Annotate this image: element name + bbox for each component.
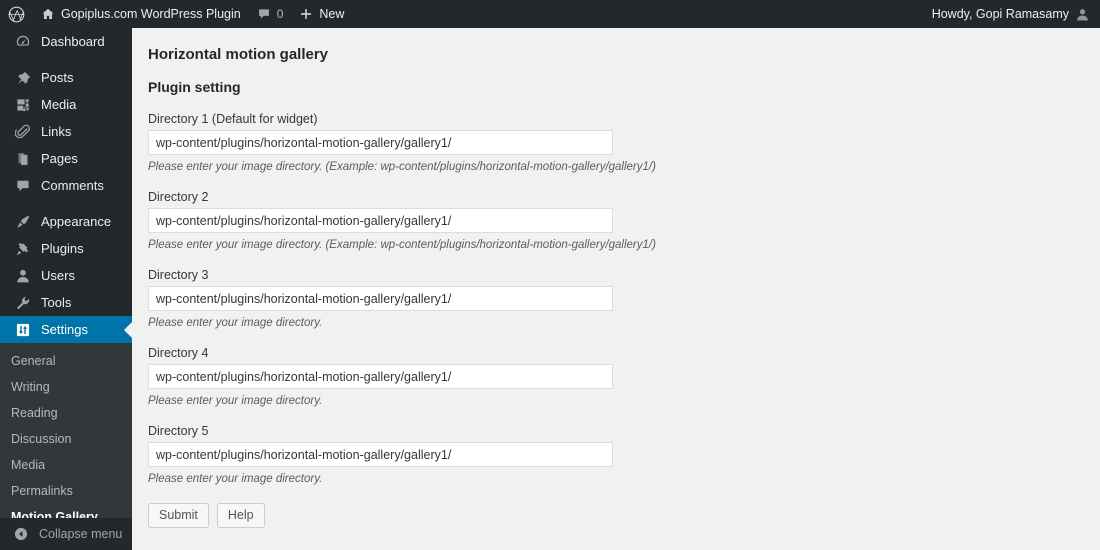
submit-button[interactable]: Submit [148, 503, 209, 528]
sidebar-item-comments[interactable]: Comments [0, 172, 132, 199]
sidebar-item-label: Dashboard [41, 34, 105, 49]
submenu-item-discussion[interactable]: Discussion [0, 426, 132, 452]
sidebar-item-label: Media [41, 97, 77, 112]
comments-menu[interactable]: 0 [249, 0, 292, 28]
howdy-label: Howdy, Gopi Ramasamy [931, 7, 1069, 21]
sidebar-item-tools[interactable]: Tools [0, 289, 132, 316]
sidebar-item-label: Users [41, 268, 75, 283]
settings-sliders-icon [13, 320, 33, 340]
wordpress-logo-icon [8, 6, 25, 23]
help-button[interactable]: Help [216, 503, 265, 528]
submenu-item-permalinks[interactable]: Permalinks [0, 478, 132, 504]
directory-4-input[interactable] [148, 364, 613, 389]
sidebar-item-appearance[interactable]: Appearance [0, 208, 132, 235]
submenu-item-reading[interactable]: Reading [0, 400, 132, 426]
collapse-menu-button[interactable]: Collapse menu [0, 518, 132, 550]
new-content-menu[interactable]: New [291, 0, 352, 28]
site-name-label: Gopiplus.com WordPress Plugin [61, 7, 241, 21]
sidebar-item-posts[interactable]: Posts [0, 64, 132, 91]
admin-sidebar: Dashboard Posts Media Links Pages Commen… [0, 28, 132, 550]
submenu-item-general[interactable]: General [0, 348, 132, 374]
plugin-icon [13, 239, 33, 259]
comment-bubble-icon [257, 7, 271, 21]
submenu-item-writing[interactable]: Writing [0, 374, 132, 400]
collapse-arrow-icon [11, 524, 31, 544]
field-label: Directory 2 [148, 190, 209, 204]
field-description: Please enter your image directory. [148, 473, 323, 485]
directory-3-input[interactable] [148, 286, 613, 311]
page-title: Horizontal motion gallery [148, 46, 329, 63]
field-description: Please enter your image directory. [148, 395, 323, 407]
my-account-menu[interactable]: Howdy, Gopi Ramasamy [924, 0, 1100, 28]
sidebar-item-label: Appearance [41, 214, 112, 229]
menu-separator [0, 55, 132, 64]
sidebar-item-plugins[interactable]: Plugins [0, 235, 132, 262]
directory-field-4: Directory 4 Please enter your image dire… [148, 346, 1100, 407]
directory-2-input[interactable] [148, 208, 613, 233]
pages-icon [13, 149, 33, 169]
wordpress-logo-button[interactable] [0, 0, 33, 28]
field-label: Directory 1 (Default for widget) [148, 112, 318, 126]
sidebar-item-label: Plugins [41, 241, 84, 256]
plus-icon [299, 7, 313, 21]
collapse-menu-label: Collapse menu [39, 527, 123, 541]
home-icon [41, 7, 55, 21]
brush-icon [13, 212, 33, 232]
directory-5-input[interactable] [148, 442, 613, 467]
site-name-menu[interactable]: Gopiplus.com WordPress Plugin [33, 0, 249, 28]
sidebar-item-label: Settings [41, 322, 88, 337]
dashboard-icon [13, 32, 33, 52]
sidebar-item-label: Tools [41, 295, 72, 310]
new-content-label: New [319, 7, 345, 21]
field-label: Directory 4 [148, 346, 209, 360]
sidebar-item-label: Posts [41, 70, 74, 85]
sidebar-item-pages[interactable]: Pages [0, 145, 132, 172]
field-label: Directory 5 [148, 424, 209, 438]
menu-separator [0, 199, 132, 208]
comments-count: 0 [276, 7, 284, 21]
field-label: Directory 3 [148, 268, 209, 282]
sidebar-item-media[interactable]: Media [0, 91, 132, 118]
settings-submenu: General Writing Reading Discussion Media… [0, 343, 132, 536]
comment-icon [13, 176, 33, 196]
admin-bar: Gopiplus.com WordPress Plugin 0 New Howd… [0, 0, 1100, 28]
directory-field-1: Directory 1 (Default for widget) Please … [148, 112, 1100, 173]
section-title: Plugin setting [148, 79, 241, 95]
form-actions: Submit Help [148, 503, 1100, 528]
sidebar-item-label: Pages [41, 151, 78, 166]
sidebar-item-label: Links [41, 124, 72, 139]
sidebar-item-settings[interactable]: Settings [0, 316, 132, 343]
sidebar-item-dashboard[interactable]: Dashboard [0, 28, 132, 55]
wrench-icon [13, 293, 33, 313]
user-icon [13, 266, 33, 286]
field-description: Please enter your image directory. (Exam… [148, 161, 656, 173]
directory-field-3: Directory 3 Please enter your image dire… [148, 268, 1100, 329]
directory-field-5: Directory 5 Please enter your image dire… [148, 424, 1100, 485]
paperclip-icon [13, 122, 33, 142]
sidebar-item-links[interactable]: Links [0, 118, 132, 145]
directory-field-2: Directory 2 Please enter your image dire… [148, 190, 1100, 251]
user-avatar-icon [1075, 7, 1090, 22]
field-description: Please enter your image directory. (Exam… [148, 239, 656, 251]
media-icon [13, 95, 33, 115]
submenu-item-media[interactable]: Media [0, 452, 132, 478]
pin-icon [13, 68, 33, 88]
main-content: Horizontal motion gallery Plugin setting… [132, 28, 1100, 550]
sidebar-item-users[interactable]: Users [0, 262, 132, 289]
sidebar-item-label: Comments [41, 178, 104, 193]
field-description: Please enter your image directory. [148, 317, 323, 329]
directory-1-input[interactable] [148, 130, 613, 155]
